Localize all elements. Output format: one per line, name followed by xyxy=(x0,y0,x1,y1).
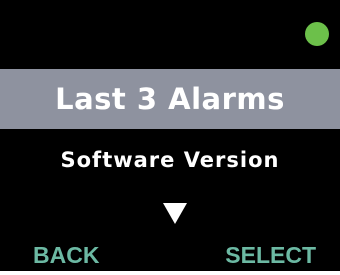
select-softkey[interactable]: SELECT xyxy=(225,240,316,270)
status-led-icon xyxy=(305,22,329,46)
menu-item-software-version[interactable]: Software Version xyxy=(0,143,340,177)
menu-item-last-3-alarms[interactable]: Last 3 Alarms xyxy=(0,69,340,129)
device-screen: Last 3 Alarms Software Version BACK SELE… xyxy=(0,0,340,271)
scroll-down-arrow-icon xyxy=(163,203,187,224)
back-softkey[interactable]: BACK xyxy=(33,240,99,270)
